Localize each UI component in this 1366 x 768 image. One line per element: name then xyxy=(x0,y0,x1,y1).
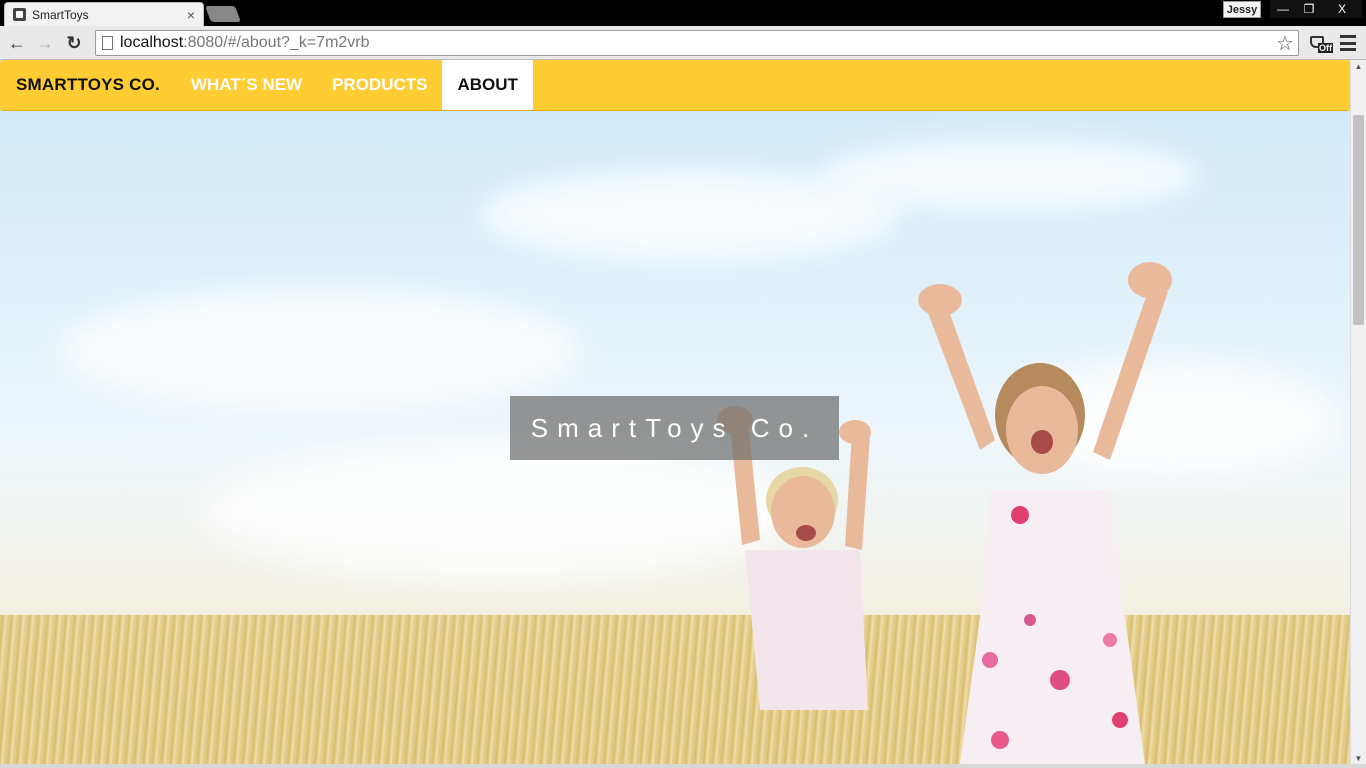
back-button[interactable]: ← xyxy=(6,32,28,54)
browser-titlebar: SmartToys × Jessy — ❐ X xyxy=(0,0,1366,26)
url-host: localhost xyxy=(120,34,184,51)
browser-tab-active[interactable]: SmartToys × xyxy=(4,2,204,26)
close-window-button[interactable]: X xyxy=(1322,0,1362,18)
tab-title: SmartToys xyxy=(32,7,89,22)
restore-button[interactable]: ❐ xyxy=(1296,0,1322,18)
profile-button[interactable]: Jessy xyxy=(1223,1,1261,18)
girl-figure xyxy=(918,262,1172,764)
nav-link-whats-new[interactable]: WHAT´S NEW xyxy=(176,60,317,110)
hero-title: SmartToys Co. xyxy=(510,396,839,460)
extension-badge: Off xyxy=(1318,43,1333,53)
nav-link-about[interactable]: ABOUT xyxy=(442,60,533,110)
url-path: :8080/#/about?_k=7m2vrb xyxy=(183,34,370,51)
hamburger-menu-icon[interactable] xyxy=(1340,35,1356,51)
reload-button[interactable]: ↻ xyxy=(63,32,85,54)
page-icon xyxy=(102,36,113,50)
address-bar[interactable]: localhost:8080/#/about?_k=7m2vrb ☆ xyxy=(95,30,1299,56)
brand-link[interactable]: SMARTTOYS CO. xyxy=(0,60,176,110)
star-icon[interactable]: ☆ xyxy=(1272,31,1298,56)
address-url[interactable]: localhost:8080/#/about?_k=7m2vrb xyxy=(120,34,1272,52)
minimize-button[interactable]: — xyxy=(1270,0,1296,18)
cup-off-icon[interactable]: Off xyxy=(1308,34,1333,54)
scroll-up-arrow-icon[interactable]: ▲ xyxy=(1351,60,1366,72)
new-tab-button[interactable] xyxy=(205,6,241,22)
nav-link-products[interactable]: PRODUCTS xyxy=(317,60,442,110)
site-navbar: SMARTTOYS CO. WHAT´S NEW PRODUCTS ABOUT xyxy=(0,60,1350,111)
tab-close-button[interactable]: × xyxy=(187,8,195,22)
forward-button[interactable]: → xyxy=(34,32,56,54)
scroll-thumb[interactable] xyxy=(1353,115,1364,325)
browser-toolbar: ← → ↻ localhost:8080/#/about?_k=7m2vrb ☆… xyxy=(0,26,1366,60)
page-scrollbar[interactable]: ▲ ▼ xyxy=(1350,60,1366,764)
page-viewport: SMARTTOYS CO. WHAT´S NEW PRODUCTS ABOUT … xyxy=(0,60,1350,764)
favicon-icon xyxy=(13,8,26,21)
scroll-down-arrow-icon[interactable]: ▼ xyxy=(1351,752,1366,764)
bottom-edge xyxy=(0,764,1366,768)
